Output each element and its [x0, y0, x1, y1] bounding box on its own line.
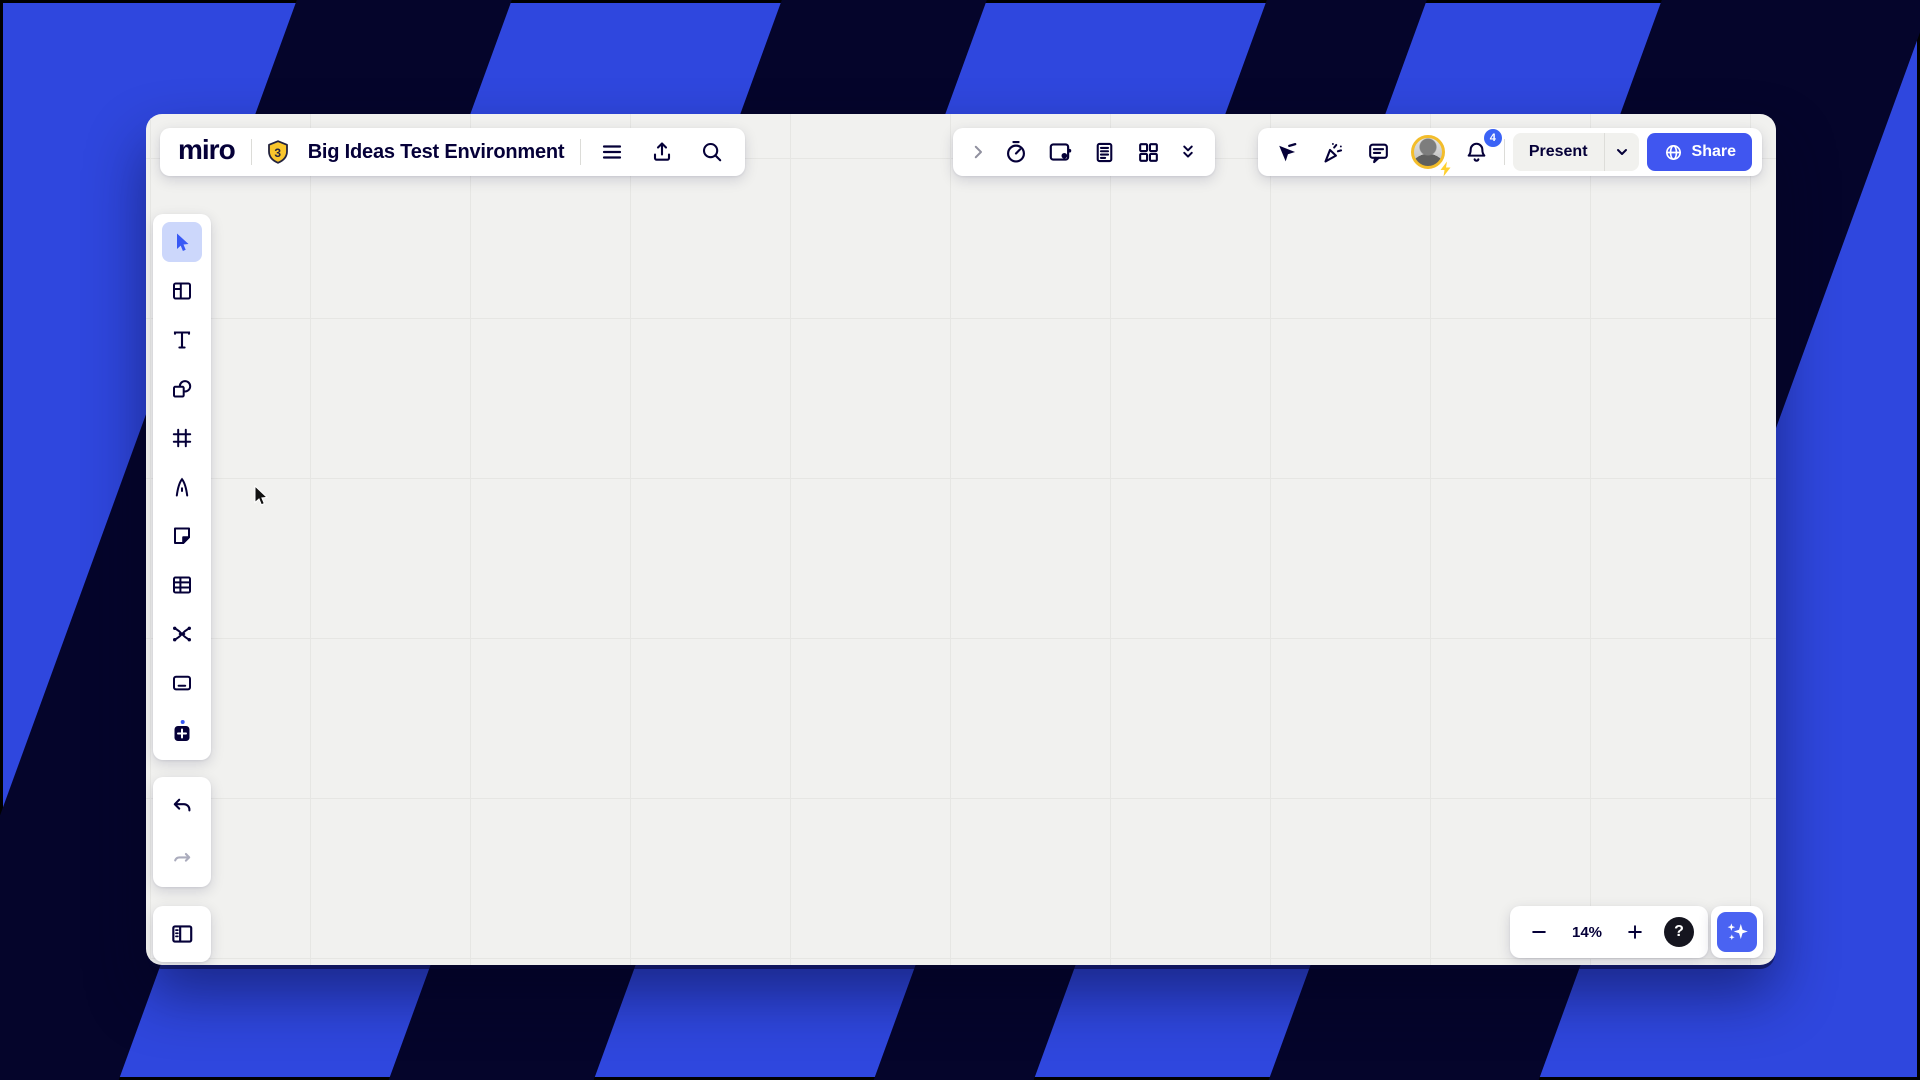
ai-assistant-button[interactable]: [1717, 912, 1757, 952]
creation-toolbar: [153, 214, 211, 760]
tool-frame[interactable]: [162, 418, 202, 458]
chevron-right-icon: [974, 145, 982, 159]
divider: [250, 139, 252, 165]
lightning-bolt-badge-icon: [1440, 161, 1451, 177]
frames-panel-button[interactable]: [162, 914, 202, 954]
card-icon: [173, 675, 191, 691]
ai-assistant-container: [1711, 906, 1763, 958]
table-icon: [173, 576, 191, 594]
confetti-icon: [1324, 142, 1343, 162]
comment-bubble-icon: [1369, 143, 1389, 163]
divider: [580, 139, 582, 165]
frame-icon: [172, 428, 192, 448]
recording-frame-icon: [1049, 143, 1072, 161]
user-avatar[interactable]: [1406, 130, 1451, 177]
mouse-pointer-icon: [254, 484, 269, 506]
mind-map-icon: [173, 626, 191, 642]
zoom-in-button[interactable]: [1620, 913, 1650, 951]
plan-badge-number: 3: [274, 145, 282, 160]
apps-grid-icon: [1138, 142, 1158, 162]
comments-button[interactable]: [1360, 133, 1398, 171]
zoom-out-button[interactable]: [1524, 913, 1554, 951]
templates-layout-icon: [173, 282, 191, 300]
zoom-toolbar: 14% ?: [1510, 906, 1708, 958]
tool-table[interactable]: [162, 565, 202, 605]
minus-icon: [1532, 931, 1546, 933]
double-chevron-down-icon: [1183, 145, 1193, 158]
search-icon: [703, 142, 722, 162]
collapse-all-button[interactable]: [1173, 133, 1203, 171]
notifications-button[interactable]: 4: [1458, 129, 1502, 171]
text-icon: [173, 331, 191, 349]
hide-cursors-icon: [1279, 142, 1297, 161]
board-header-bar: miro 3 Big Ideas Test Environment: [160, 128, 746, 176]
collapse-toolbar-button[interactable]: [965, 133, 991, 171]
board-canvas[interactable]: [146, 114, 1776, 965]
recording-button[interactable]: [1041, 133, 1079, 171]
tool-more[interactable]: [162, 712, 202, 752]
sparkles-icon: [1727, 923, 1748, 941]
tool-templates[interactable]: [162, 271, 202, 311]
undo-button[interactable]: [162, 787, 202, 827]
tool-mind-map[interactable]: [162, 614, 202, 654]
tool-sticky-note[interactable]: [162, 516, 202, 556]
hamburger-icon: [603, 145, 622, 159]
zoom-level[interactable]: 14%: [1568, 924, 1606, 941]
divider: [1503, 139, 1505, 165]
hide-collaborator-cursors-button[interactable]: [1268, 133, 1306, 171]
present-button[interactable]: Present: [1512, 133, 1639, 171]
private-notes-button[interactable]: [1085, 133, 1123, 171]
present-options-button[interactable]: [1605, 144, 1639, 160]
desktop-background: miro 3 Big Ideas Test Environment 4 Pres…: [0, 0, 1920, 1080]
tool-pen[interactable]: [162, 467, 202, 507]
redo-icon: [174, 852, 191, 862]
select-cursor-icon: [177, 233, 189, 251]
tool-shapes[interactable]: [162, 369, 202, 409]
timer-icon: [1007, 140, 1025, 163]
board-title[interactable]: Big Ideas Test Environment: [304, 141, 569, 164]
chevron-down-icon: [1616, 149, 1627, 155]
share-label: Share: [1691, 143, 1736, 160]
shapes-icon: [173, 380, 192, 398]
tool-card[interactable]: [162, 663, 202, 703]
pen-icon: [175, 477, 189, 497]
tool-select[interactable]: [162, 222, 202, 262]
miro-logo[interactable]: miro: [174, 134, 239, 170]
add-more-tools-icon: [174, 720, 190, 741]
main-menu-button[interactable]: [593, 133, 631, 171]
help-button[interactable]: ?: [1664, 917, 1694, 947]
reactions-button[interactable]: [1314, 133, 1352, 171]
facilitation-toolbar: [953, 128, 1215, 176]
miro-app-window: miro 3 Big Ideas Test Environment 4 Pres…: [146, 114, 1776, 965]
timer-button[interactable]: [997, 133, 1035, 171]
frames-panel-container: [153, 906, 211, 962]
side-panel-icon: [172, 925, 193, 943]
redo-button[interactable]: [162, 837, 202, 877]
sticky-note-icon: [174, 527, 190, 544]
search-button[interactable]: [693, 133, 731, 171]
tool-text[interactable]: [162, 320, 202, 360]
upload-icon: [654, 142, 671, 161]
history-toolbar: [153, 777, 211, 887]
export-board-button[interactable]: [643, 133, 681, 171]
question-mark-icon: ?: [1674, 923, 1684, 940]
apps-button[interactable]: [1129, 133, 1167, 171]
undo-icon: [173, 798, 191, 812]
collaboration-bar: 4 Present Share: [1257, 128, 1762, 177]
notification-count-badge: 4: [1483, 129, 1502, 147]
globe-icon: [1665, 144, 1681, 160]
plan-shield-badge[interactable]: 3: [264, 138, 292, 166]
plus-icon: [1628, 925, 1642, 939]
present-label: Present: [1528, 143, 1588, 160]
notes-icon: [1096, 142, 1112, 162]
share-button[interactable]: Share: [1646, 133, 1752, 171]
